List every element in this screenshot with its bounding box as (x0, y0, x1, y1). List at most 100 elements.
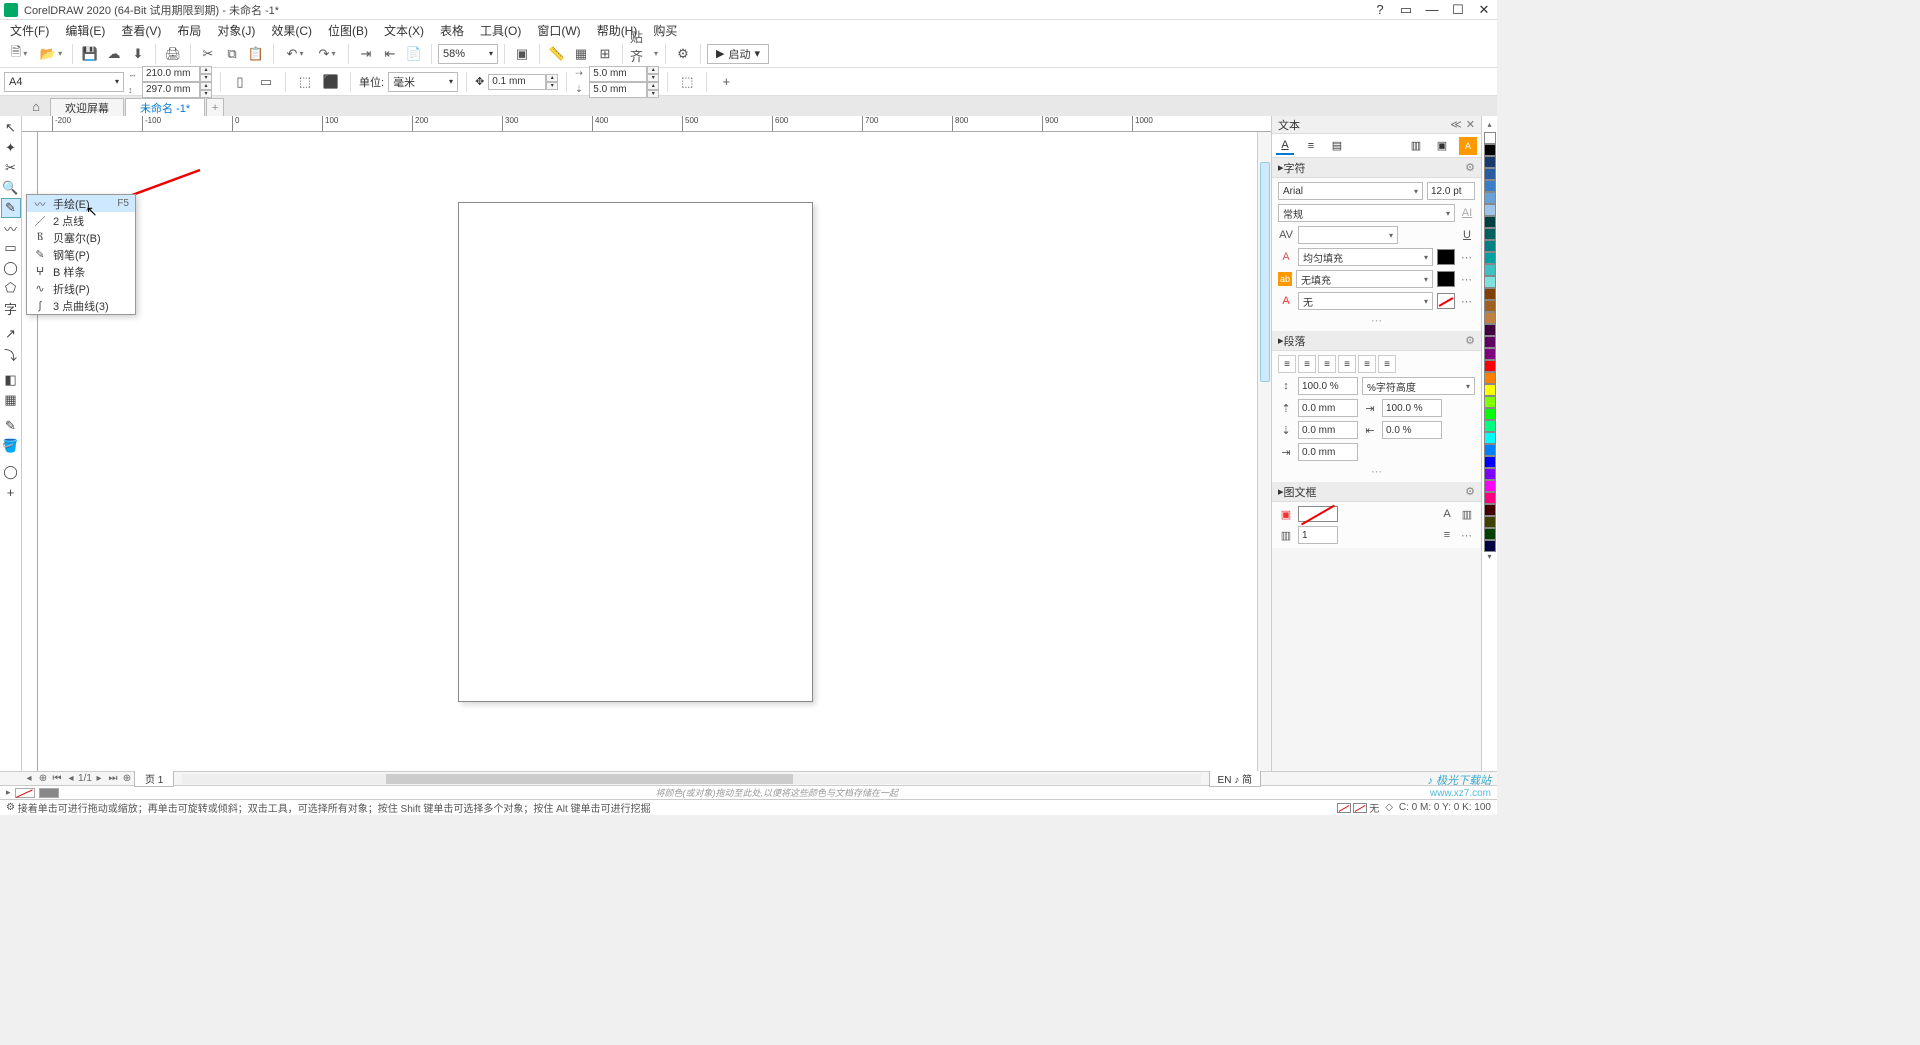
flyout-item-5[interactable]: ∿折线(P) (27, 280, 135, 297)
font-style-combo[interactable]: 常规▾ (1278, 204, 1455, 222)
palette-swatch[interactable] (1484, 156, 1496, 168)
page-width-input[interactable]: 210.0 mm▴▾ (142, 66, 212, 82)
nudge-input[interactable]: 0.1 mm▴▾ (488, 74, 558, 90)
page-last-icon[interactable]: ⏭ (106, 773, 120, 784)
maximize-icon[interactable]: ☐ (1449, 2, 1467, 18)
launch-button[interactable]: ▶ 启动 ▾ (707, 44, 769, 64)
palette-swatch[interactable] (1484, 252, 1496, 264)
vertical-scrollbar[interactable] (1257, 132, 1271, 771)
palette-swatch[interactable] (1484, 216, 1496, 228)
shadow-tool[interactable]: ◧ (1, 370, 21, 390)
outline-tool[interactable]: ◯ (1, 462, 21, 482)
docker-close-icon[interactable]: ✕ (1466, 118, 1475, 131)
shape-tool[interactable]: ✦ (1, 138, 21, 158)
palette-swatch[interactable] (1484, 396, 1496, 408)
palette-swatch[interactable] (1484, 348, 1496, 360)
menu-tools[interactable]: 工具(O) (472, 20, 529, 41)
palette-swatch[interactable] (1484, 420, 1496, 432)
palette-swatch[interactable] (1484, 516, 1496, 528)
indent-pct2-input[interactable]: 0.0 % (1382, 421, 1442, 439)
left-indent-input[interactable]: 0.0 mm (1298, 443, 1358, 461)
ellipse-tool[interactable]: ◯ (1, 258, 21, 278)
doc-color-swatch[interactable] (39, 788, 59, 798)
palette-swatch[interactable] (1484, 504, 1496, 516)
cut-button[interactable]: ✂ (197, 43, 219, 65)
cloud-down-button[interactable]: ⬇ (127, 43, 149, 65)
dup-y-input[interactable]: 5.0 mm▴▾ (589, 82, 659, 98)
scroll-left-icon[interactable]: ◂ (22, 773, 36, 784)
page-add2-icon[interactable]: ⊕ (120, 773, 134, 784)
no-color-swatch[interactable] (15, 788, 35, 798)
freehand-tool[interactable]: ✎ (1, 198, 21, 218)
publish-pdf-button[interactable]: 📄 (403, 43, 425, 65)
add-toolbar-button[interactable]: + (715, 71, 737, 93)
rectangle-tool[interactable]: ▭ (1, 238, 21, 258)
paste-button[interactable]: 📋 (245, 43, 267, 65)
save-button[interactable]: 💾 (79, 43, 101, 65)
menu-window[interactable]: 窗口(W) (529, 20, 588, 41)
new-button[interactable]: 🗎▾ (4, 43, 34, 65)
align-none[interactable]: ≡ (1278, 355, 1296, 373)
palette-swatch[interactable] (1484, 456, 1496, 468)
polygon-tool[interactable]: ⬠ (1, 278, 21, 298)
menu-text[interactable]: 文本(X) (376, 20, 432, 41)
outline-more-icon[interactable]: ⋯ (1459, 295, 1475, 308)
after-input[interactable]: 0.0 mm (1298, 421, 1358, 439)
menu-object[interactable]: 对象(J) (209, 20, 263, 41)
palette-swatch[interactable] (1484, 432, 1496, 444)
tab-paragraph[interactable]: ≡ (1302, 137, 1320, 155)
menu-file[interactable]: 文件(F) (2, 20, 57, 41)
align-right[interactable]: ≡ (1338, 355, 1356, 373)
copy-button[interactable]: ⧉ (221, 43, 243, 65)
snap-button[interactable]: 贴齐(I)▾ (629, 43, 659, 65)
palette-swatch[interactable] (1484, 480, 1496, 492)
menu-bitmap[interactable]: 位图(B) (320, 20, 376, 41)
page-next-icon[interactable]: ▸ (92, 773, 106, 784)
bg-more-icon[interactable]: ⋯ (1459, 273, 1475, 286)
fullscreen-button[interactable]: ▣ (511, 43, 533, 65)
indent-pct-input[interactable]: 100.0 % (1382, 399, 1442, 417)
palette-swatch[interactable] (1484, 240, 1496, 252)
frame-baseline-icon[interactable]: ≡ (1439, 527, 1455, 543)
palette-swatch[interactable] (1484, 132, 1496, 144)
zoom-tool[interactable]: 🔍 (1, 178, 21, 198)
palette-swatch[interactable] (1484, 276, 1496, 288)
current-page-button[interactable]: ⬛ (320, 71, 342, 93)
flyout-item-3[interactable]: ✎钢笔(P) (27, 246, 135, 263)
page-first-icon[interactable]: ⏮ (50, 773, 64, 784)
cloud-up-button[interactable]: ☁ (103, 43, 125, 65)
close-icon[interactable]: ✕ (1475, 2, 1493, 18)
palette-swatch[interactable] (1484, 540, 1496, 552)
fill-tool[interactable]: 🪣 (1, 436, 21, 456)
palette-swatch[interactable] (1484, 384, 1496, 396)
ruler-horizontal[interactable]: -200-10001002003004005006007008009001000 (22, 116, 1271, 132)
units-combo[interactable]: 毫米▾ (388, 72, 458, 92)
palette-swatch[interactable] (1484, 192, 1496, 204)
bg-color-swatch[interactable] (1437, 271, 1455, 287)
artistic-media-tool[interactable]: 〰 (1, 218, 21, 238)
before-input[interactable]: 0.0 mm (1298, 399, 1358, 417)
underline-u-icon[interactable]: U (1459, 227, 1475, 243)
palette-swatch[interactable] (1484, 264, 1496, 276)
section-paragraph[interactable]: ▸ 段落⚙ (1272, 331, 1481, 351)
palette-swatch[interactable] (1484, 372, 1496, 384)
outline-color-swatch[interactable] (1437, 293, 1455, 309)
options-button[interactable]: ⚙ (672, 43, 694, 65)
align-full[interactable]: ≡ (1358, 355, 1376, 373)
flyout-item-4[interactable]: ⵖB 样条 (27, 263, 135, 280)
palette-swatch[interactable] (1484, 204, 1496, 216)
palette-down[interactable]: ▾ (1484, 552, 1496, 564)
palette-swatch[interactable] (1484, 168, 1496, 180)
frame-fill-swatch[interactable] (1298, 506, 1338, 522)
connector-tool[interactable]: ⤵ (1, 344, 21, 364)
help-icon[interactable]: ? (1371, 2, 1389, 18)
section-character[interactable]: ▸ 字符⚙ (1272, 158, 1481, 178)
palette-swatch[interactable] (1484, 144, 1496, 156)
crop-tool[interactable]: ✂ (1, 158, 21, 178)
align-center[interactable]: ≡ (1318, 355, 1336, 373)
grid-button[interactable]: ▦ (570, 43, 592, 65)
guidelines-button[interactable]: ⊞ (594, 43, 616, 65)
tab-welcome[interactable]: 欢迎屏幕 (50, 98, 124, 116)
minimize-icon[interactable]: — (1423, 2, 1441, 18)
docker-layout-icon[interactable]: ▥ (1407, 137, 1425, 155)
